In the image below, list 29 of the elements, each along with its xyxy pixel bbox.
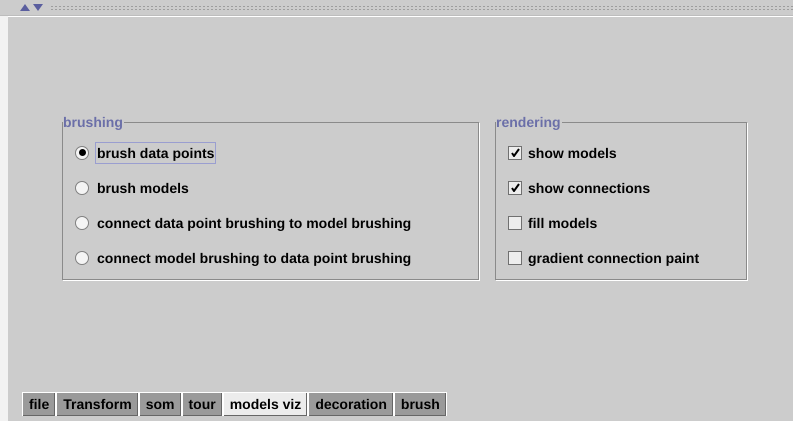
radio-button[interactable] <box>75 216 89 230</box>
checkbox[interactable] <box>508 216 522 230</box>
option-label[interactable]: gradient connection paint <box>528 248 700 268</box>
checkbox[interactable] <box>508 250 522 264</box>
tab[interactable]: models viz <box>222 392 308 416</box>
tab[interactable]: som <box>138 392 182 416</box>
group-title: brushing <box>63 114 124 130</box>
option-label[interactable]: brush models <box>95 176 191 198</box>
group-title: rendering <box>496 114 562 130</box>
option-label[interactable]: brush data points <box>95 142 216 164</box>
option-label[interactable]: connect data point brushing to model brushing <box>95 212 414 234</box>
expand-down-icon[interactable] <box>33 4 43 11</box>
checkmark-icon <box>510 148 520 157</box>
tab[interactable]: brush <box>394 392 447 416</box>
option-label[interactable]: fill models <box>528 212 598 232</box>
collapse-up-icon[interactable] <box>20 4 30 11</box>
radio-button[interactable] <box>75 180 89 194</box>
checkmark-icon <box>510 183 520 192</box>
option-label[interactable]: show models <box>528 142 617 162</box>
tab[interactable]: decoration <box>308 392 394 416</box>
checkbox[interactable] <box>508 180 522 194</box>
checkbox[interactable] <box>508 146 522 160</box>
tab[interactable]: Transform <box>56 392 139 416</box>
tab[interactable]: file <box>22 392 56 416</box>
radio-button[interactable] <box>75 146 89 160</box>
tab[interactable]: tour <box>182 392 223 416</box>
radio-button[interactable] <box>75 250 89 264</box>
option-label[interactable]: show connections <box>528 178 650 198</box>
option-label[interactable]: connect model brushing to data point brushing <box>95 246 414 268</box>
